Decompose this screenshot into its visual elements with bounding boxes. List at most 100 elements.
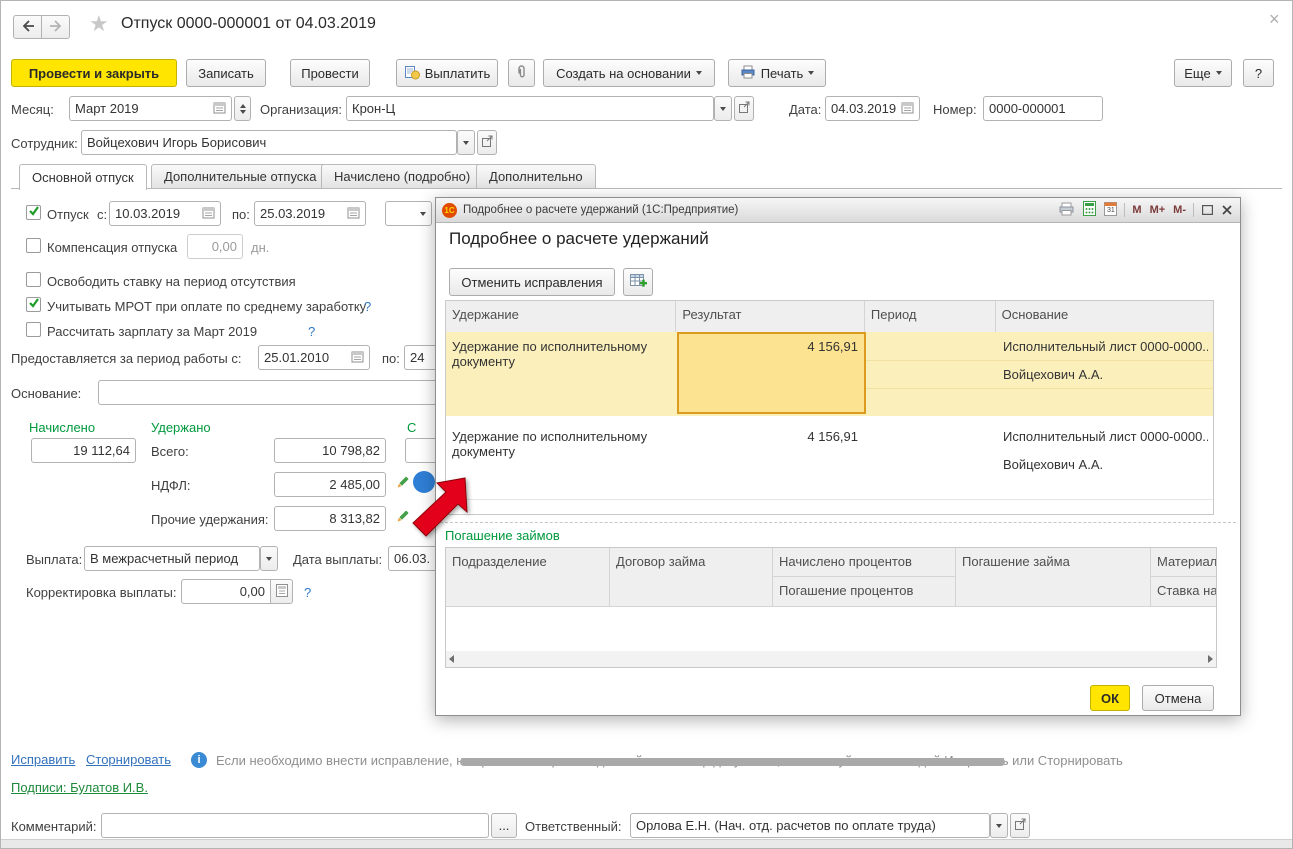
tab-accrued-detail[interactable]: Начислено (подробно) [321,164,483,189]
adjustment-calculator-button[interactable] [270,579,293,604]
calendar-icon[interactable] [347,206,360,222]
result-cell[interactable]: 4 156,91 [677,429,858,444]
more-button[interactable]: Еще [1174,59,1232,87]
calendar-icon[interactable] [901,101,914,117]
month-field[interactable]: Март 2019 [69,96,232,121]
tab-additional-vacations[interactable]: Дополнительные отпуска [151,164,330,189]
adjustment-field[interactable]: 0,00 [181,579,271,604]
help-button[interactable]: ? [1243,59,1274,87]
employee-open-button[interactable] [477,130,497,155]
dialog-close-icon[interactable] [1218,203,1240,218]
undo-corrections-button[interactable]: Отменить исправления [449,268,615,296]
memory-m-minus-button[interactable]: M- [1169,204,1190,216]
print-button[interactable]: Печать [728,59,826,87]
cancel-button[interactable]: Отмена [1142,685,1214,711]
basis-person-cell[interactable]: Войцехович А.А. [1003,457,1103,472]
signatures-link[interactable]: Подписи: Булатов И.В. [11,780,148,795]
column-header[interactable]: Материальн [1151,548,1216,577]
horizontal-scrollbar[interactable] [446,651,1216,667]
withheld-total-field[interactable]: 10 798,82 [274,438,386,463]
calc-salary-help-link[interactable]: ? [308,324,315,339]
scrollbar-thumb[interactable] [460,758,1005,766]
organization-dropdown-button[interactable] [714,96,732,121]
vacation-from-field[interactable]: 10.03.2019 [109,201,221,226]
payment-dropdown-button[interactable] [260,546,278,571]
calendar-icon[interactable] [351,350,364,366]
column-header[interactable]: Погашение процентов [773,577,956,606]
column-header[interactable]: Подразделение [446,548,610,606]
calculator-icon[interactable] [1079,201,1100,219]
reverse-link[interactable]: Сторнировать [86,752,171,767]
column-header[interactable]: Погашение займа [956,548,1151,606]
adjustment-help-link[interactable]: ? [304,585,311,600]
fix-link[interactable]: Исправить [11,752,75,767]
memory-m-button[interactable]: M [1128,204,1145,216]
basis-doc-cell[interactable]: Исполнительный лист 0000-0000... [1003,429,1208,444]
print-preview-icon[interactable] [1054,202,1079,219]
calendar-31-icon[interactable]: 31 [1100,201,1121,219]
mrot-checkbox[interactable] [26,297,41,312]
release-rate-checkbox[interactable] [26,272,41,287]
write-button[interactable]: Записать [186,59,266,87]
comment-field[interactable] [101,813,489,838]
pay-button[interactable]: Выплатить [396,59,498,87]
accrued-field[interactable]: 19 112,64 [31,438,136,463]
organization-field[interactable]: Крон-Ц [346,96,714,121]
compensation-checkbox[interactable] [26,238,41,253]
deduction-cell[interactable]: Удержание по исполнительному документу [452,429,668,459]
attachments-button[interactable] [508,59,535,87]
responsible-open-button[interactable] [1010,813,1030,838]
window-close-icon[interactable]: × [1269,9,1280,30]
other-deductions-edit-pencil-icon[interactable] [394,509,410,528]
post-button[interactable]: Провести [290,59,370,87]
column-header[interactable]: Ставка нал [1151,577,1216,606]
ndfl-edit-pencil-icon[interactable] [394,475,410,494]
maximize-icon[interactable] [1197,203,1218,218]
tab-additional[interactable]: Дополнительно [476,164,596,189]
forward-button[interactable] [41,15,70,39]
dialog-titlebar[interactable]: 1С Подробнее о расчете удержаний (1С:Пре… [436,198,1240,223]
work-period-from-field[interactable]: 25.01.2010 [258,345,370,370]
basis-person-cell[interactable]: Войцехович А.А. [1003,367,1103,382]
table-row[interactable]: Удержание по исполнительному документу 4… [446,422,1213,499]
calendar-icon[interactable] [213,101,226,117]
tab-main-vacation[interactable]: Основной отпуск [19,164,147,190]
post-and-close-button[interactable]: Провести и закрыть [11,59,177,87]
scroll-right-icon[interactable] [1208,655,1213,663]
other-deductions-field[interactable]: 8 313,82 [274,506,386,531]
back-button[interactable] [13,15,42,39]
deduction-cell[interactable]: Удержание по исполнительному документу [452,339,668,369]
organization-open-button[interactable] [734,96,754,121]
responsible-field[interactable]: Орлова Е.Н. (Нач. отд. расчетов по оплат… [630,813,990,838]
recalculate-icon[interactable] [413,471,435,493]
employee-dropdown-button[interactable] [457,130,475,155]
vacation-type-combo-cut[interactable] [385,201,432,226]
responsible-dropdown-button[interactable] [990,813,1008,838]
column-header[interactable]: Период [865,301,996,332]
column-header[interactable]: Результат [676,301,865,332]
favorite-star-icon[interactable]: ★ [89,11,109,37]
vacation-to-field[interactable]: 25.03.2019 [254,201,366,226]
calc-salary-checkbox[interactable] [26,322,41,337]
comment-more-button[interactable]: ... [491,813,517,838]
create-on-basis-button[interactable]: Создать на основании [543,59,715,87]
scroll-left-icon[interactable] [449,655,454,663]
column-header[interactable]: Основание [996,301,1213,332]
ok-button[interactable]: ОК [1090,685,1130,711]
memory-m-plus-button[interactable]: M+ [1146,204,1170,216]
month-spinner[interactable] [234,96,251,121]
payment-combo-field[interactable]: В межрасчетный период [84,546,260,571]
column-header[interactable]: Договор займа [610,548,773,606]
table-row[interactable]: Удержание по исполнительному документу 4… [446,332,1213,416]
compensation-days-field[interactable]: 0,00 [187,234,243,259]
column-header[interactable]: Удержание [446,301,676,332]
table-settings-button[interactable] [623,268,653,296]
calendar-icon[interactable] [202,206,215,222]
mrot-help-link[interactable]: ? [364,299,371,314]
result-cell-selected[interactable]: 4 156,91 [677,332,866,414]
basis-field[interactable] [98,380,446,405]
date-field[interactable]: 04.03.2019 [825,96,920,121]
ndfl-field[interactable]: 2 485,00 [274,472,386,497]
column-header[interactable]: Начислено процентов [773,548,956,577]
number-field[interactable]: 0000-000001 [983,96,1103,121]
